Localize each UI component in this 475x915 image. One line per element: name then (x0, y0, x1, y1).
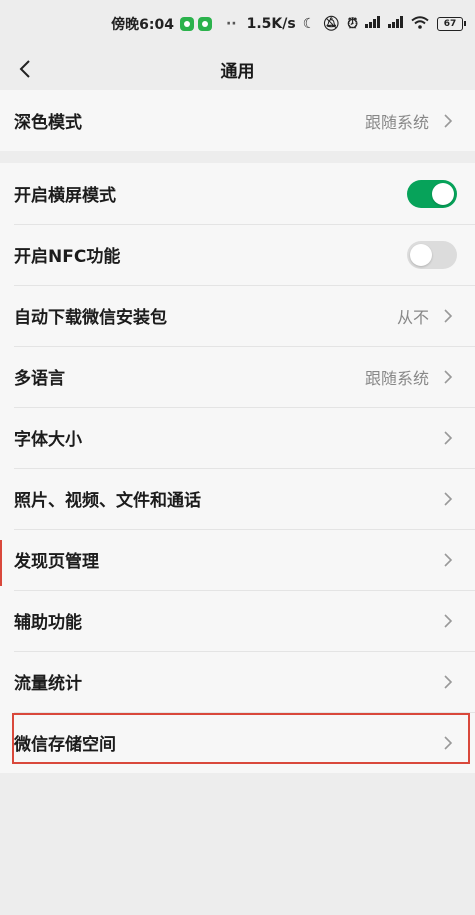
auto-download-label: 自动下载微信安装包 (14, 308, 167, 328)
language-label: 多语言 (14, 369, 65, 389)
app-notification-icon (197, 17, 212, 31)
chevron-right-icon (444, 552, 453, 567)
settings-group-display: 深色模式 跟随系统 (0, 90, 475, 151)
chevron-right-icon (444, 369, 453, 384)
signal-icon (388, 16, 404, 32)
landscape-mode-toggle[interactable] (407, 179, 457, 208)
traffic-row[interactable]: 流量统计 (0, 651, 475, 712)
language-row[interactable]: 多语言 跟随系统 (0, 346, 475, 407)
wifi-icon (411, 15, 429, 33)
language-value: 跟随系统 (364, 368, 429, 388)
media-row[interactable]: 照片、视频、文件和通话 (0, 468, 475, 529)
mute-bell-icon: 🔕︎ (322, 16, 341, 32)
traffic-label: 流量统计 (14, 674, 82, 694)
back-button[interactable] (10, 48, 40, 90)
auto-download-row[interactable]: 自动下载微信安装包 从不 (0, 285, 475, 346)
nfc-toggle[interactable] (407, 240, 457, 269)
chevron-right-icon (444, 491, 453, 506)
chevron-right-icon (444, 735, 453, 750)
nfc-row: 开启NFC功能 (0, 224, 475, 285)
status-time: 傍晚6:04 (111, 17, 174, 33)
alarm-icon: ⏰︎ (347, 16, 358, 32)
edge-marker (0, 540, 2, 586)
landscape-mode-row: 开启横屏模式 (0, 163, 475, 224)
accessibility-label: 辅助功能 (14, 613, 82, 633)
chevron-right-icon (444, 613, 453, 628)
dark-mode-row[interactable]: 深色模式 跟随系统 (0, 90, 475, 151)
dark-mode-value: 跟随系统 (364, 112, 429, 132)
battery-icon: 67 (437, 17, 466, 31)
accessibility-row[interactable]: 辅助功能 (0, 590, 475, 651)
chevron-right-icon (444, 308, 453, 323)
dark-mode-label: 深色模式 (14, 113, 82, 133)
chevron-right-icon (444, 674, 453, 689)
section-divider (0, 151, 475, 163)
page-title: 通用 (220, 61, 255, 82)
signal-icon (365, 16, 381, 32)
chevron-left-icon (19, 60, 30, 78)
storage-row[interactable]: 微信存储空间 (0, 712, 475, 773)
status-bar: 傍晚6:04 ·· 1.5K/s ☾ 🔕︎ ⏰︎ 67 (0, 0, 475, 48)
storage-label: 微信存储空间 (14, 735, 116, 755)
wechat-notification-icon (179, 17, 194, 31)
network-speed: 1.5K/s (246, 16, 296, 32)
landscape-mode-label: 开启横屏模式 (14, 186, 116, 206)
discover-row[interactable]: 发现页管理 (0, 529, 475, 590)
font-size-row[interactable]: 字体大小 (0, 407, 475, 468)
discover-label: 发现页管理 (14, 552, 99, 572)
nav-bar: 通用 (0, 48, 475, 90)
settings-group-main: 开启横屏模式 开启NFC功能 自动下载微信安装包 从不 多语言 跟随系统 字体大… (0, 163, 475, 773)
auto-download-value: 从不 (396, 307, 429, 327)
chevron-right-icon (444, 113, 453, 128)
toggle-knob (410, 243, 432, 266)
media-label: 照片、视频、文件和通话 (14, 491, 201, 511)
nfc-label: 开启NFC功能 (14, 247, 121, 267)
toggle-knob (432, 182, 454, 205)
moon-icon: ☾ (302, 16, 316, 32)
font-size-label: 字体大小 (14, 430, 82, 450)
chevron-right-icon (444, 430, 453, 445)
status-separator: ·· (225, 16, 237, 32)
